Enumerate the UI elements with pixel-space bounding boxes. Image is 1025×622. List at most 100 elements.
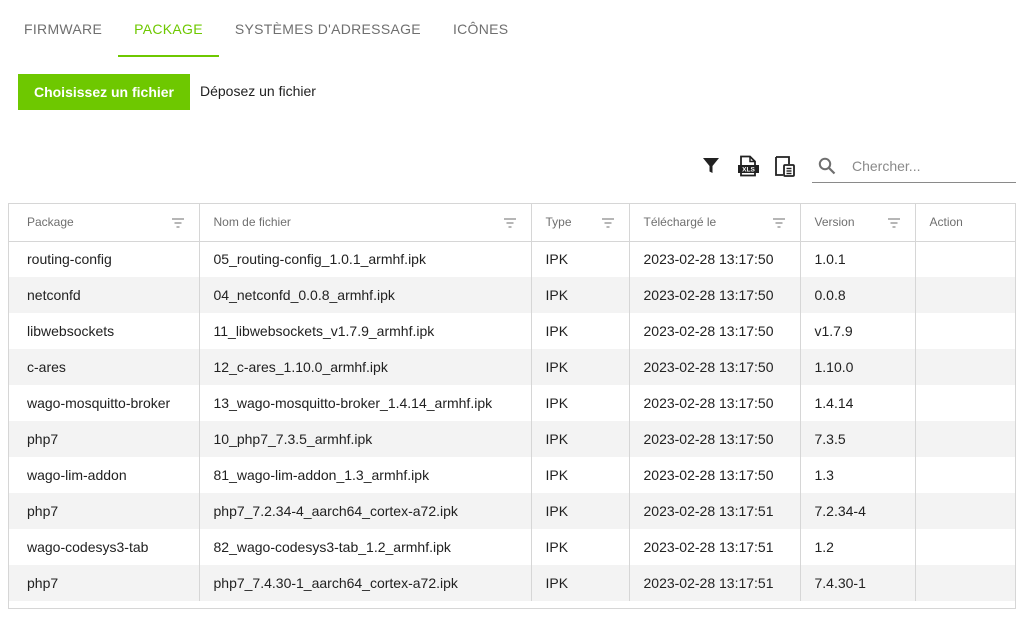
cell-filename: 13_wago-mosquitto-broker_1.4.14_armhf.ip… <box>199 385 532 421</box>
cell-action <box>915 565 1015 601</box>
table-row[interactable]: netconfd 04_netconfd_0.0.8_armhf.ipk IPK 20… <box>9 277 1015 313</box>
table-header-row: Package Nom de fichier Type Téléchargé l… <box>9 204 1015 242</box>
column-header-filename[interactable]: Nom de fichier <box>199 204 532 242</box>
cell-filename: 10_php7_7.3.5_armhf.ipk <box>199 421 532 457</box>
column-select-icon[interactable] <box>773 155 795 177</box>
cell-version: 0.0.8 <box>800 277 916 313</box>
cell-package: php7 <box>9 421 200 457</box>
column-filter-icon[interactable] <box>772 217 786 229</box>
cell-package: wago-mosquitto-broker <box>9 385 200 421</box>
cell-type: IPK <box>531 349 630 385</box>
cell-uploaded: 2023-02-28 13:17:50 <box>629 241 801 277</box>
cell-type: IPK <box>531 241 630 277</box>
cell-action <box>915 385 1015 421</box>
column-filter-icon[interactable] <box>887 217 901 229</box>
cell-uploaded: 2023-02-28 13:17:51 <box>629 529 801 565</box>
column-filter-icon[interactable] <box>601 217 615 229</box>
cell-filename: 11_libwebsockets_v1.7.9_armhf.ipk <box>199 313 532 349</box>
column-header-type[interactable]: Type <box>531 204 630 242</box>
table-row[interactable]: wago-mosquitto-broker 13_wago-mosquitto-b… <box>9 385 1015 421</box>
column-filter-icon[interactable] <box>503 217 517 229</box>
cell-version: 7.3.5 <box>800 421 916 457</box>
column-label: Action <box>929 215 963 230</box>
column-header-version[interactable]: Version <box>800 204 916 242</box>
table-row[interactable]: php7 php7_7.4.30-1_aarch64_cortex-a72.ipk… <box>9 565 1015 601</box>
export-xls-icon[interactable]: XLS <box>737 155 759 177</box>
cell-filename: 81_wago-lim-addon_1.3_armhf.ipk <box>199 457 532 493</box>
tab-addressing-systems[interactable]: SYSTÈMES D'ADRESSAGE <box>219 0 437 57</box>
search-icon <box>818 157 836 175</box>
table-row[interactable]: php7 10_php7_7.3.5_armhf.ipk IPK 2023-02-28… <box>9 421 1015 457</box>
tab-firmware[interactable]: FIRMWARE <box>8 0 118 57</box>
cell-package: libwebsockets <box>9 313 200 349</box>
cell-filename: php7_7.4.30-1_aarch64_cortex-a72.ipk <box>199 565 532 601</box>
cell-type: IPK <box>531 565 630 601</box>
cell-version: 7.4.30-1 <box>800 565 916 601</box>
table-row[interactable]: wago-lim-addon 81_wago-lim-addon_1.3_armh… <box>9 457 1015 493</box>
table-row[interactable]: c-ares 12_c-ares_1.10.0_armhf.ipk IPK 2023-… <box>9 349 1015 385</box>
cell-filename: php7_7.2.34-4_aarch64_cortex-a72.ipk <box>199 493 532 529</box>
table-row[interactable]: routing-config 05_routing-config_1.0.1_ar… <box>9 241 1015 277</box>
cell-action <box>915 277 1015 313</box>
cell-package: netconfd <box>9 277 200 313</box>
cell-action <box>915 421 1015 457</box>
cell-version: 1.3 <box>800 457 916 493</box>
column-label: Version <box>814 215 855 230</box>
cell-action <box>915 529 1015 565</box>
cell-action <box>915 349 1015 385</box>
search-input[interactable] <box>850 153 1014 179</box>
cell-uploaded: 2023-02-28 13:17:50 <box>629 349 801 385</box>
cell-action <box>915 493 1015 529</box>
cell-version: 1.0.1 <box>800 241 916 277</box>
cell-filename: 82_wago-codesys3-tab_1.2_armhf.ipk <box>199 529 532 565</box>
cell-version: v1.7.9 <box>800 313 916 349</box>
column-label: Type <box>545 215 572 230</box>
column-label: Téléchargé le <box>643 215 717 230</box>
column-filter-icon[interactable] <box>171 217 185 229</box>
column-label: Nom de fichier <box>213 215 291 230</box>
tab-bar: FIRMWARE PACKAGE SYSTÈMES D'ADRESSAGE IC… <box>8 0 524 57</box>
cell-action <box>915 241 1015 277</box>
search-field <box>812 147 1016 183</box>
cell-uploaded: 2023-02-28 13:17:51 <box>629 565 801 601</box>
package-table: Package Nom de fichier Type Téléchargé l… <box>8 203 1016 609</box>
cell-uploaded: 2023-02-28 13:17:50 <box>629 385 801 421</box>
table-row[interactable]: php7 php7_7.2.34-4_aarch64_cortex-a72.ipk… <box>9 493 1015 529</box>
cell-filename: 04_netconfd_0.0.8_armhf.ipk <box>199 277 532 313</box>
cell-version: 1.10.0 <box>800 349 916 385</box>
cell-uploaded: 2023-02-28 13:17:50 <box>629 313 801 349</box>
cell-package: c-ares <box>9 349 200 385</box>
cell-type: IPK <box>531 313 630 349</box>
table-row[interactable]: wago-codesys3-tab 82_wago-codesys3-tab_1.… <box>9 529 1015 565</box>
svg-text:XLS: XLS <box>742 167 755 174</box>
cell-type: IPK <box>531 421 630 457</box>
column-header-uploaded[interactable]: Téléchargé le <box>629 204 801 242</box>
cell-version: 7.2.34-4 <box>800 493 916 529</box>
cell-filename: 05_routing-config_1.0.1_armhf.ipk <box>199 241 532 277</box>
cell-uploaded: 2023-02-28 13:17:50 <box>629 457 801 493</box>
cell-version: 1.4.14 <box>800 385 916 421</box>
cell-package: routing-config <box>9 241 200 277</box>
cell-package: wago-lim-addon <box>9 457 200 493</box>
tab-icons[interactable]: ICÔNES <box>437 0 524 57</box>
cell-package: php7 <box>9 565 200 601</box>
cell-action <box>915 457 1015 493</box>
cell-package: wago-codesys3-tab <box>9 529 200 565</box>
table-row[interactable]: libwebsockets 11_libwebsockets_v1.7.9_arm… <box>9 313 1015 349</box>
column-label: Package <box>27 215 74 230</box>
cell-type: IPK <box>531 493 630 529</box>
cell-uploaded: 2023-02-28 13:17:50 <box>629 421 801 457</box>
filter-icon[interactable] <box>700 155 722 177</box>
cell-action <box>915 313 1015 349</box>
choose-file-button[interactable]: Choisissez un fichier <box>18 74 190 110</box>
column-header-action: Action <box>915 204 1015 242</box>
tab-package[interactable]: PACKAGE <box>118 0 219 57</box>
table-body: routing-config 05_routing-config_1.0.1_ar… <box>9 241 1015 601</box>
cell-type: IPK <box>531 529 630 565</box>
cell-type: IPK <box>531 457 630 493</box>
cell-version: 1.2 <box>800 529 916 565</box>
cell-uploaded: 2023-02-28 13:17:51 <box>629 493 801 529</box>
column-header-package[interactable]: Package <box>9 204 200 242</box>
cell-uploaded: 2023-02-28 13:17:50 <box>629 277 801 313</box>
drop-file-label: Déposez un fichier <box>200 83 316 99</box>
